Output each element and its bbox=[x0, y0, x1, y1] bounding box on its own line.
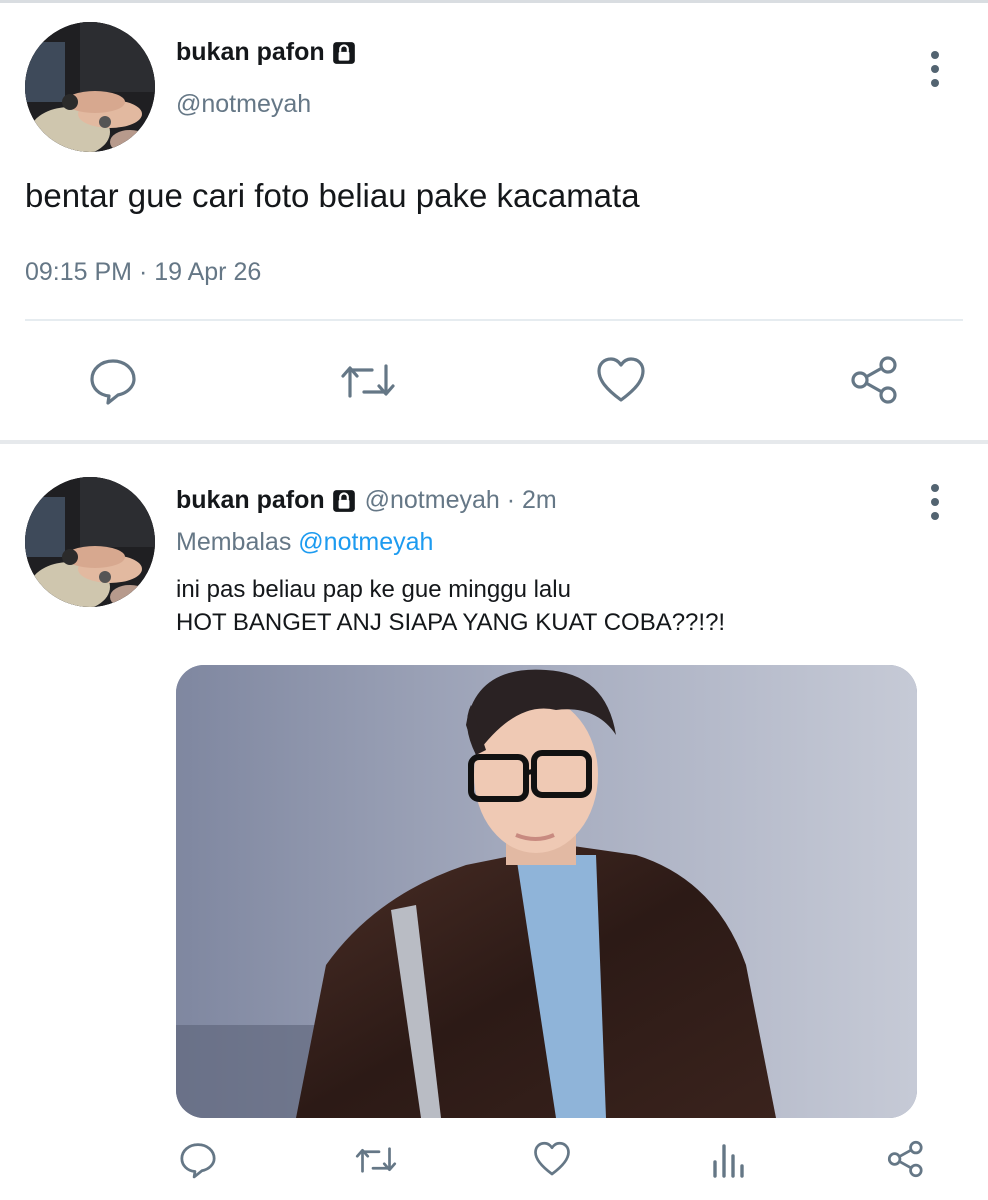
replying-label: Membalas bbox=[176, 528, 292, 556]
lock-icon bbox=[332, 41, 355, 64]
reply-button[interactable] bbox=[87, 356, 139, 406]
analytics-icon bbox=[713, 1144, 744, 1178]
avatar[interactable] bbox=[25, 22, 155, 152]
reply-reply-button[interactable] bbox=[178, 1140, 218, 1180]
reply-handle-time[interactable]: @notmeyah · 2m bbox=[365, 486, 557, 515]
reply-share-button[interactable] bbox=[887, 1140, 925, 1178]
share-icon bbox=[887, 1140, 923, 1178]
lock-icon bbox=[332, 489, 355, 512]
author-name-row: bukan pafon bbox=[176, 38, 357, 67]
reply-author-name[interactable]: bukan pafon bbox=[176, 486, 325, 515]
tweet-timestamp[interactable]: 09:15 PM · 19 Apr 26 bbox=[25, 258, 261, 287]
replying-mention[interactable]: @notmeyah bbox=[298, 528, 433, 556]
tweet-separator bbox=[0, 440, 988, 444]
tweet-text: bentar gue cari foto beliau pake kacamat… bbox=[25, 177, 640, 214]
more-options-button[interactable] bbox=[925, 51, 945, 95]
author-name[interactable]: bukan pafon bbox=[176, 38, 325, 67]
retweet-button[interactable] bbox=[340, 358, 396, 404]
reply-text-line-1: ini pas beliau pap ke gue minggu lalu bbox=[176, 576, 571, 603]
share-icon bbox=[851, 356, 897, 404]
top-border bbox=[0, 0, 988, 3]
reply-icon bbox=[90, 359, 136, 405]
like-icon bbox=[534, 1141, 570, 1176]
replying-to: Membalas @notmeyah bbox=[176, 528, 433, 557]
reply-analytics-button[interactable] bbox=[711, 1140, 747, 1178]
like-icon bbox=[597, 357, 645, 402]
reply-like-button[interactable] bbox=[533, 1141, 571, 1177]
reply-author-row: bukan pafon @notmeyah · 2m bbox=[176, 486, 557, 515]
retweet-icon bbox=[341, 364, 395, 398]
reply-more-options-button[interactable] bbox=[925, 484, 945, 528]
reply-avatar[interactable] bbox=[25, 477, 155, 607]
divider bbox=[25, 319, 963, 321]
reply-text-line-2: HOT BANGET ANJ SIAPA YANG KUAT COBA??!?! bbox=[176, 609, 726, 636]
like-button[interactable] bbox=[596, 356, 646, 404]
reply-retweet-button[interactable] bbox=[355, 1142, 397, 1178]
share-button[interactable] bbox=[850, 355, 900, 405]
retweet-icon bbox=[355, 1147, 397, 1173]
reply-photo[interactable] bbox=[176, 665, 917, 1118]
author-handle[interactable]: @notmeyah bbox=[176, 90, 311, 119]
reply-icon bbox=[180, 1143, 216, 1179]
